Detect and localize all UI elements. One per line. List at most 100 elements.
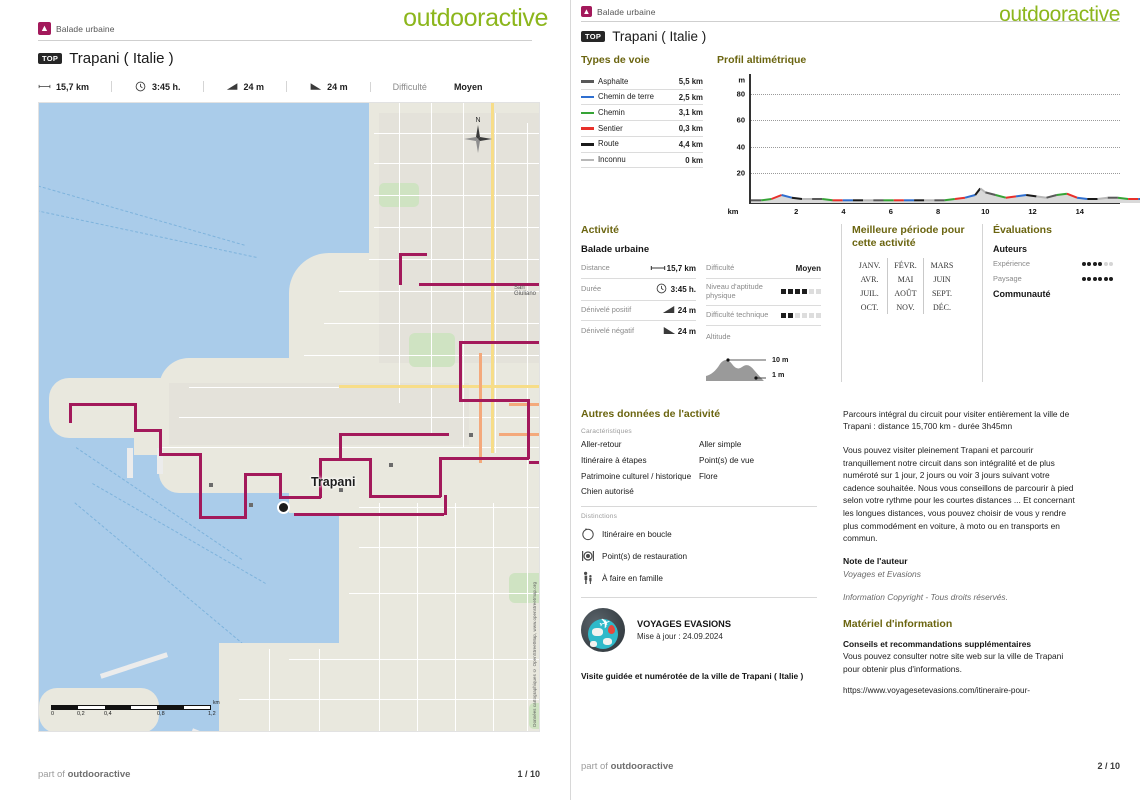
route-segment — [159, 429, 162, 455]
author-block: ✈ VOYAGES EVASIONS Mise à jour : 24.09.2… — [581, 608, 817, 653]
authors-heading: Auteurs — [993, 244, 1028, 254]
map-main-road — [339, 385, 539, 388]
route-segment — [319, 458, 371, 461]
activity-subtitle: Balade urbaine — [581, 244, 650, 255]
eval-row-experience: Expérience — [993, 259, 1113, 268]
description-panel: Parcours intégral du circuit pour visite… — [831, 408, 1081, 696]
category-label: Balade urbaine — [597, 6, 656, 17]
left-header: outdooractive ▲ Balade urbaine TOP Trapa… — [0, 0, 570, 67]
loop-route-icon — [582, 528, 594, 541]
rating-dot — [816, 289, 821, 295]
route-start-marker[interactable] — [277, 501, 290, 514]
section-divider — [581, 506, 817, 508]
elevation-segment — [1098, 197, 1108, 198]
map-canvas[interactable]: Trapani San Giuliano Trento N 0 0,2 — [38, 102, 540, 732]
route-segment — [279, 496, 321, 499]
route-segment — [459, 341, 462, 401]
rating-dot — [1109, 261, 1113, 266]
chart-gridline — [751, 173, 1120, 175]
chart-x-tick: 10 — [981, 207, 990, 216]
website-url[interactable]: https://www.voyagesetevasions.com/itiner… — [843, 686, 1081, 695]
metric-value: 3:45 h. — [670, 285, 696, 294]
characteristic-row: Chien autorisé — [581, 485, 817, 501]
author-description: Visite guidée et numérotée de la ville d… — [581, 671, 804, 682]
rating-dot — [802, 289, 807, 295]
map-road — [239, 699, 539, 701]
footer-brand-name: outdooractive — [610, 761, 674, 772]
rating-dot — [795, 289, 800, 295]
elevation-segment — [1118, 197, 1128, 198]
route-segment — [159, 453, 201, 456]
chart-x-tick: 14 — [1075, 207, 1084, 216]
month-cell: NOV. — [888, 300, 924, 315]
map-urban-area — [169, 383, 469, 445]
scale-tick: 0 — [51, 711, 55, 717]
characteristic-row: Itinéraire à étapes Point(s) de vue — [581, 453, 817, 469]
way-type-name: Route — [598, 139, 619, 149]
elevation-title: Profil altimétrique — [717, 54, 807, 66]
chart-x-tick: 2 — [794, 207, 799, 216]
scale-tick: 0,2 — [77, 711, 85, 717]
altitude-graphic: 10 m 1 m — [706, 346, 821, 382]
fitness-row: Niveau d'aptitude physique — [706, 279, 821, 306]
map-road — [159, 447, 539, 449]
evaluations-title: Évaluations — [993, 224, 1052, 236]
globe-plane-icon: ✈ — [581, 608, 625, 653]
stat-difficulty: Difficulté Moyen — [369, 81, 505, 92]
chart-gridline — [751, 120, 1120, 122]
descent-icon — [310, 83, 322, 90]
activity-row-ascent: Dénivelé positif 24 m — [581, 301, 696, 321]
route-segment — [527, 399, 530, 459]
route-segment — [294, 513, 444, 516]
title-row: TOP Trapani ( Italie ) — [0, 41, 570, 67]
route-segment — [134, 403, 137, 431]
map-pier — [127, 448, 133, 478]
stat-duration-value: 3:45 h. — [152, 81, 181, 92]
way-type-distance: 5,5 km — [678, 76, 703, 86]
distinction-label: Itinéraire en boucle — [602, 529, 672, 539]
chart-y-tick: 20 — [736, 168, 745, 178]
chart-gridline — [751, 93, 1120, 95]
row-waytypes-chart: Types de voie Asphalte 5,5 km Chemin de te… — [581, 54, 1140, 216]
map-attribution: Données cartographiques © OpenStreetMap,… — [532, 582, 537, 727]
stat-descent: 24 m — [286, 81, 370, 92]
community-heading: Communauté — [993, 289, 1051, 299]
map-road — [431, 103, 433, 433]
map-road — [179, 417, 539, 419]
document-spread: outdooractive ▲ Balade urbaine TOP Trapa… — [0, 0, 1140, 800]
activity-ratings: Difficulté Moyen Niveau d'aptitude physi… — [706, 259, 821, 382]
route-segment — [399, 253, 402, 285]
chart-y-tick: 60 — [736, 115, 745, 125]
rating-dot — [781, 289, 786, 295]
way-type-row: Chemin de terre 2,5 km — [581, 90, 703, 106]
clock-icon — [653, 283, 671, 296]
stat-distance: 15,7 km — [38, 81, 111, 92]
metric-label: Dénivelé positif — [581, 305, 632, 315]
characteristic-item: Point(s) de vue — [699, 455, 755, 465]
rating-dot — [816, 312, 821, 318]
route-segment — [244, 473, 247, 518]
map-poi — [209, 483, 213, 487]
route-segment — [69, 403, 72, 423]
scale-unit-label: km — [213, 700, 220, 706]
chart-gridline — [751, 146, 1120, 148]
stat-difficulty-value: Moyen — [453, 81, 483, 92]
tip-body: Vous pouvez consulter notre site web sur… — [843, 651, 1064, 674]
footer-part-of: part of — [581, 761, 611, 772]
section-divider — [581, 597, 817, 599]
characteristic-item — [699, 485, 817, 501]
elevation-segment — [1016, 195, 1026, 196]
footer-brand: part of outdooractive — [581, 761, 673, 772]
right-header: outdooractive ▲ Balade urbaine TOP Trapa… — [571, 0, 1140, 44]
route-segment — [199, 453, 202, 518]
map-secondary-road — [479, 353, 482, 463]
distinction-loop: Itinéraire en boucle — [581, 523, 817, 545]
rating-dot — [1092, 261, 1097, 266]
altitude-label: Altitude — [706, 332, 731, 342]
way-type-color-swatch — [581, 95, 594, 99]
rating-dot — [809, 289, 814, 295]
map-secondary-road — [509, 403, 539, 406]
route-segment — [369, 495, 441, 498]
way-types-list: Asphalte 5,5 km Chemin de terre 2,5 km Chemi… — [581, 74, 703, 169]
metric-value: 15,7 km — [666, 264, 696, 273]
